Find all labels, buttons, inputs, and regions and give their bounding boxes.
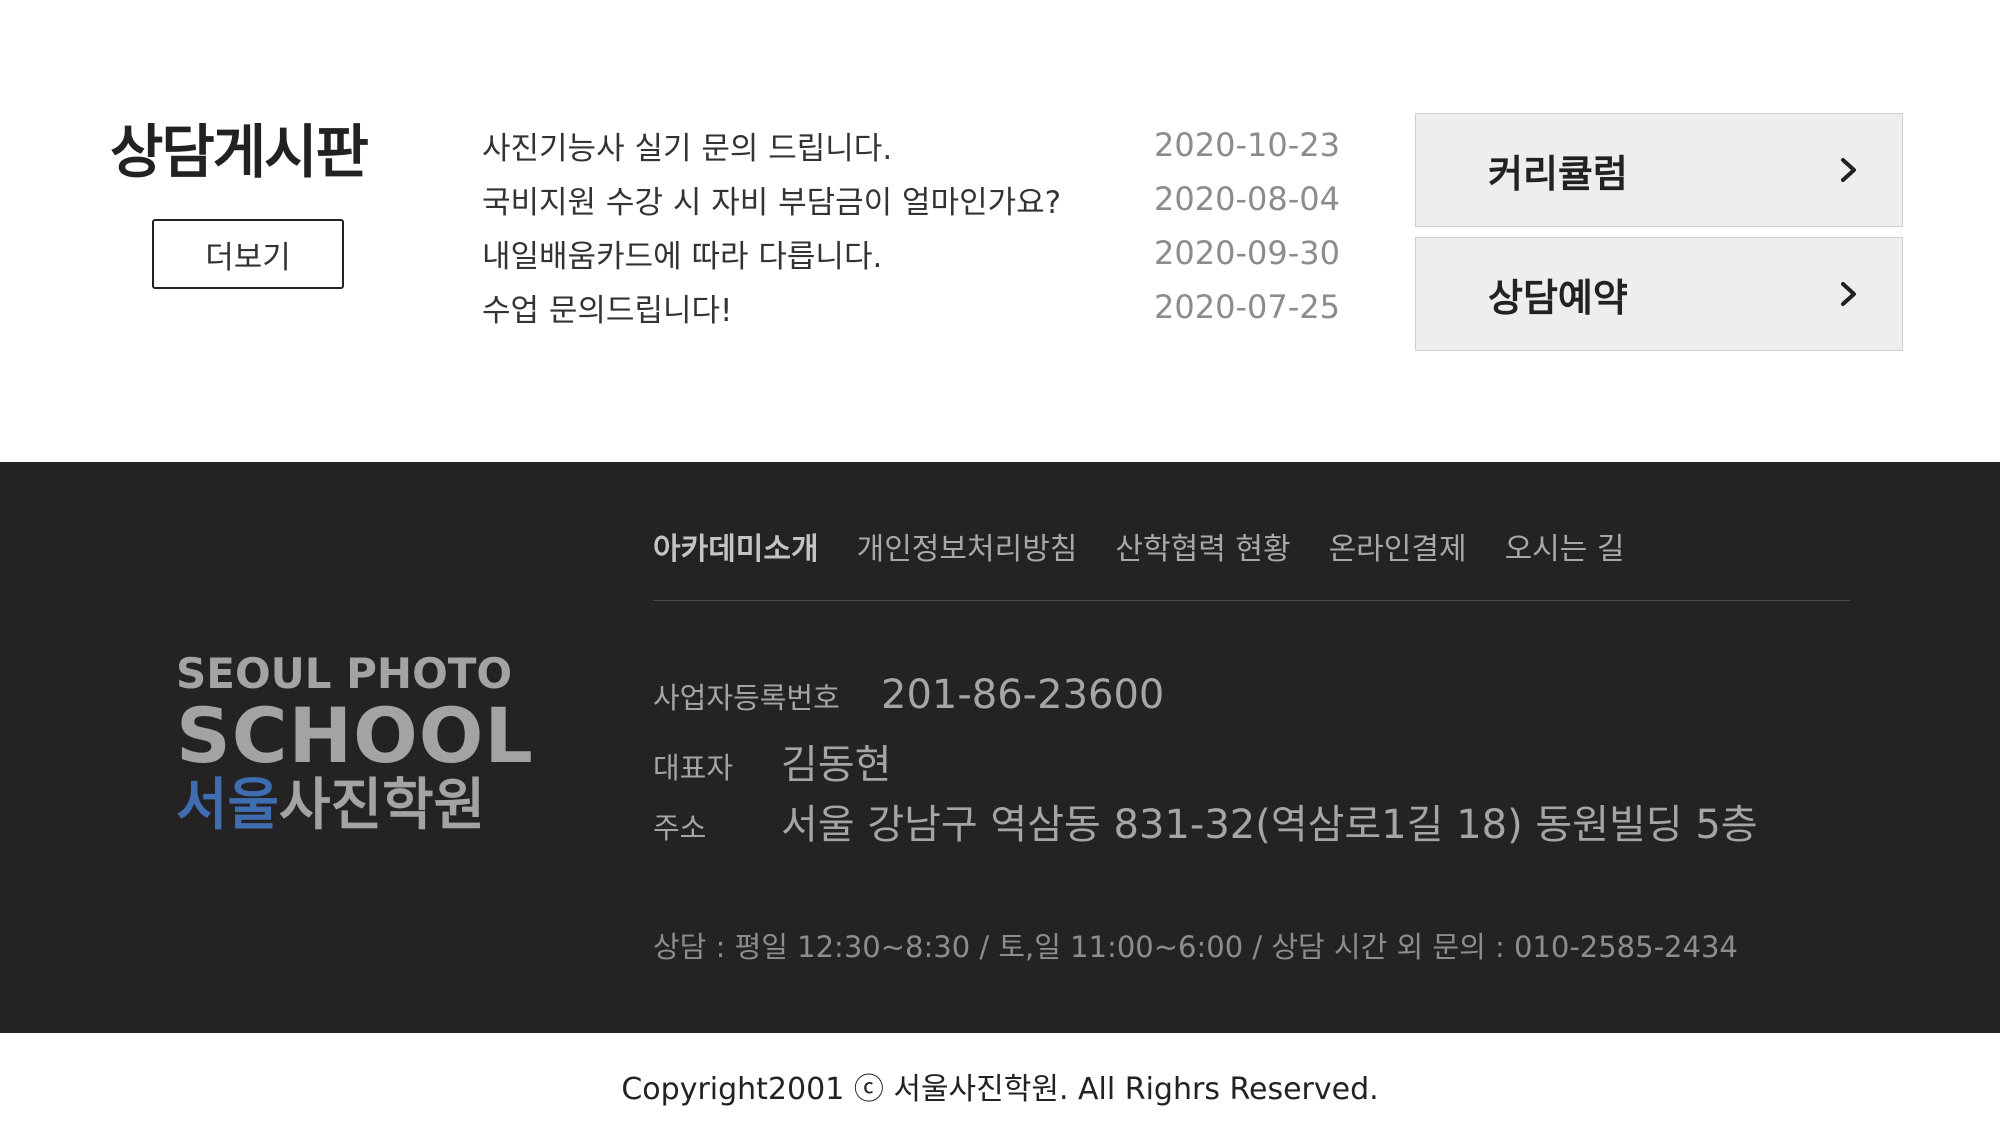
nav-online-payment[interactable]: 온라인결제	[1329, 524, 1467, 568]
footer-nav: 아카데미소개 개인정보처리방침 산학협력 현황 온라인결제 오시는 길	[653, 524, 1625, 568]
consultation-reservation-button[interactable]: 상담예약	[1415, 237, 1903, 351]
curriculum-button[interactable]: 커리큘럼	[1415, 113, 1903, 227]
chevron-right-icon	[1841, 158, 1856, 182]
consultation-reservation-label: 상담예약	[1488, 275, 1628, 320]
business-number-label: 사업자등록번호	[653, 681, 840, 715]
post-title[interactable]: 내일배움카드에 따라 다릅니다.	[482, 231, 882, 276]
page: 상담게시판 더보기 사진기능사 실기 문의 드립니다. 2020-10-23 국…	[0, 0, 2000, 1138]
footer-divider	[653, 600, 1850, 601]
post-item[interactable]: 수업 문의드립니다! 2020-07-25	[482, 280, 1340, 334]
post-date: 2020-09-30	[1154, 234, 1340, 272]
business-number-row: 사업자등록번호 201-86-23600	[653, 672, 1758, 732]
logo-school-name: 사진학원	[279, 773, 486, 838]
post-date: 2020-10-23	[1154, 126, 1340, 164]
logo-line-school: SCHOOL	[176, 691, 534, 780]
post-title[interactable]: 국비지원 수강 시 자비 부담금이 얼마인가요?	[482, 177, 1061, 222]
curriculum-label: 커리큘럼	[1488, 151, 1628, 196]
address-value: 서울 강남구 역삼동 831-32(역삼로1길 18) 동원빌딩 5층	[781, 802, 1758, 848]
site-footer: SEOUL PHOTO SCHOOL 서울사진학원 아카데미소개 개인정보처리방…	[0, 462, 2000, 1033]
nav-privacy-policy[interactable]: 개인정보처리방침	[857, 524, 1078, 568]
post-item[interactable]: 내일배움카드에 따라 다릅니다. 2020-09-30	[482, 226, 1340, 280]
copyright: Copyright2001 ⓒ 서울사진학원. All Righrs Reser…	[0, 1033, 2000, 1138]
nav-academy-intro[interactable]: 아카데미소개	[653, 524, 819, 568]
post-item[interactable]: 사진기능사 실기 문의 드립니다. 2020-10-23	[482, 118, 1340, 172]
ceo-label: 대표자	[653, 751, 734, 785]
address-row: 주소 서울 강남구 역삼동 831-32(역삼로1길 18) 동원빌딩 5층	[653, 792, 1758, 852]
post-item[interactable]: 국비지원 수강 시 자비 부담금이 얼마인가요? 2020-08-04	[482, 172, 1340, 226]
logo-line-korean: 서울사진학원	[176, 776, 534, 836]
address-label: 주소	[653, 811, 707, 845]
company-info: 사업자등록번호 201-86-23600 대표자 김동현 주소 서울 강남구 역…	[653, 672, 1758, 852]
chevron-right-icon	[1841, 282, 1856, 306]
more-button[interactable]: 더보기	[152, 219, 344, 289]
ceo-row: 대표자 김동현	[653, 732, 1758, 792]
consultation-hours: 상담 : 평일 12:30~8:30 / 토,일 11:00~6:00 / 상담…	[653, 930, 1738, 964]
nav-directions[interactable]: 오시는 길	[1505, 524, 1625, 568]
post-date: 2020-07-25	[1154, 288, 1340, 326]
logo-line-seoul-photo: SEOUL PHOTO	[176, 649, 513, 698]
ceo-value: 김동현	[781, 742, 892, 788]
post-title[interactable]: 수업 문의드립니다!	[482, 285, 732, 330]
post-date: 2020-08-04	[1154, 180, 1340, 218]
board-title: 상담게시판	[110, 118, 369, 186]
school-logo[interactable]: SEOUL PHOTO SCHOOL 서울사진학원	[176, 652, 534, 836]
post-list: 사진기능사 실기 문의 드립니다. 2020-10-23 국비지원 수강 시 자…	[482, 118, 1340, 334]
business-number-value: 201-86-23600	[881, 672, 1165, 718]
post-title[interactable]: 사진기능사 실기 문의 드립니다.	[482, 123, 892, 168]
logo-seoul-accent: 서울	[176, 773, 280, 838]
consultation-board-section: 상담게시판 더보기 사진기능사 실기 문의 드립니다. 2020-10-23 국…	[0, 0, 2000, 462]
nav-industry-cooperation[interactable]: 산학협력 현황	[1115, 524, 1290, 568]
